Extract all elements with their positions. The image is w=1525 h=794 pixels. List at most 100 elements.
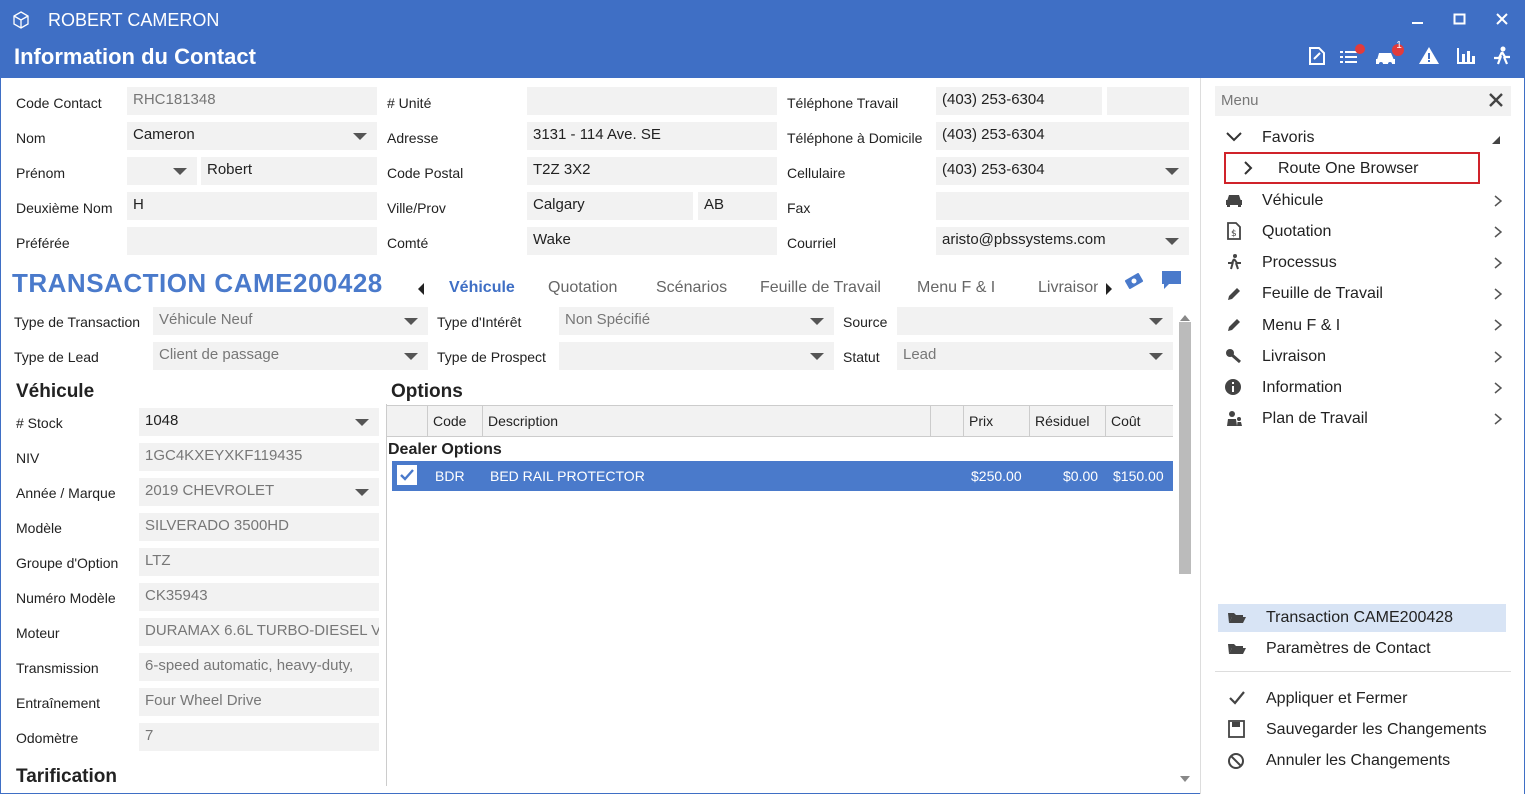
menu-item-feuille-de-travail[interactable]: Feuille de Travail <box>1262 285 1383 303</box>
options-grid-header: Code Description Prix Résiduel Coût <box>387 405 1173 437</box>
menu-item-quotation[interactable]: Quotation <box>1262 223 1331 241</box>
scroll-up-icon[interactable] <box>1179 309 1191 321</box>
prenom-title-dropdown[interactable] <box>127 157 197 185</box>
warning-icon[interactable] <box>1417 44 1443 70</box>
chevron-down-icon[interactable] <box>1225 130 1243 144</box>
expand-arrow-icon[interactable] <box>1494 288 1503 303</box>
expand-arrow-icon[interactable] <box>1494 319 1503 334</box>
expand-arrow-icon[interactable] <box>1494 413 1503 428</box>
nav-transaction[interactable]: Transaction CAME200428 <box>1266 609 1453 627</box>
comment-icon[interactable] <box>1160 268 1184 292</box>
route-one-browser-item[interactable]: Route One Browser <box>1278 160 1419 178</box>
money-icon[interactable] <box>1123 270 1145 292</box>
type-lead-dropdown[interactable]: Client de passage <box>153 342 428 370</box>
telephone-travail-field[interactable]: (403) 253-6304 <box>936 87 1102 115</box>
menu-item-vehicule[interactable]: Véhicule <box>1262 192 1323 210</box>
entrainement-field[interactable]: Four Wheel Drive <box>139 688 379 716</box>
table-row[interactable]: BDR BED RAIL PROTECTOR $250.00 $0.00 $15… <box>392 461 1173 491</box>
moteur-label: Moteur <box>16 625 60 641</box>
telephone-domicile-field[interactable]: (403) 253-6304 <box>936 122 1189 150</box>
odometre-field[interactable]: 7 <box>139 723 379 751</box>
tabs-scroll-left-icon[interactable] <box>416 282 426 296</box>
expand-arrow-icon[interactable] <box>1494 351 1503 366</box>
numero-modele-field[interactable]: CK35943 <box>139 583 379 611</box>
stock-dropdown[interactable]: 1048 <box>139 408 379 436</box>
unite-field[interactable] <box>527 87 777 115</box>
edit-document-icon[interactable] <box>1305 44 1331 70</box>
expand-arrow-icon[interactable] <box>1494 226 1503 241</box>
tab-menu-fi[interactable]: Menu F & I <box>917 279 995 297</box>
cancel-changes-button[interactable]: Annuler les Changements <box>1266 752 1450 770</box>
ville-field[interactable]: Calgary <box>527 192 693 220</box>
fax-field[interactable] <box>936 192 1189 220</box>
statut-label: Statut <box>843 349 880 365</box>
tab-vehicule[interactable]: Véhicule <box>449 279 515 297</box>
adresse-field[interactable]: 3131 - 114 Ave. SE <box>527 122 777 150</box>
vertical-scrollbar[interactable] <box>1179 322 1191 574</box>
menu-search-box[interactable]: Menu <box>1215 86 1511 116</box>
process-icon <box>1224 253 1244 273</box>
cellulaire-dropdown[interactable]: (403) 253-6304 <box>936 157 1189 185</box>
annee-marque-dropdown[interactable]: 2019 CHEVROLET <box>139 478 379 506</box>
expand-arrow-icon[interactable] <box>1494 257 1503 272</box>
scroll-down-icon[interactable] <box>1179 770 1191 782</box>
type-transaction-label: Type de Transaction <box>14 314 141 330</box>
tab-scenarios[interactable]: Scénarios <box>656 279 727 297</box>
menu-item-menu-fi[interactable]: Menu F & I <box>1262 317 1340 335</box>
deuxieme-nom-field[interactable]: H <box>127 192 377 220</box>
moteur-field[interactable]: DURAMAX 6.6L TURBO-DIESEL V <box>139 618 379 646</box>
tabs-scroll-right-icon[interactable] <box>1104 282 1114 296</box>
nav-parametres-contact[interactable]: Paramètres de Contact <box>1266 640 1431 658</box>
column-code[interactable]: Code <box>427 406 482 436</box>
courriel-dropdown[interactable]: aristo@pbssystems.com <box>936 227 1189 255</box>
groupe-option-field[interactable]: LTZ <box>139 548 379 576</box>
apply-close-button[interactable]: Appliquer et Fermer <box>1266 690 1407 708</box>
process-icon[interactable] <box>1490 44 1516 70</box>
maximize-button[interactable] <box>1448 12 1472 31</box>
chart-icon[interactable] <box>1454 44 1480 70</box>
column-cout[interactable]: Coût <box>1105 406 1173 436</box>
tab-quotation[interactable]: Quotation <box>548 279 617 297</box>
tab-feuille-de-travail[interactable]: Feuille de Travail <box>760 279 881 297</box>
prenom-label: Prénom <box>16 165 66 181</box>
menu-search-placeholder: Menu <box>1221 92 1259 109</box>
options-section-title: Options <box>391 381 463 402</box>
transmission-field[interactable]: 6-speed automatic, heavy-duty, <box>139 653 379 681</box>
task-list-icon[interactable] <box>1338 44 1365 70</box>
expand-arrow-icon[interactable] <box>1494 195 1503 210</box>
favoris-label[interactable]: Favoris <box>1262 129 1314 147</box>
modele-field[interactable]: SILVERADO 3500HD <box>139 513 379 541</box>
telephone-travail-ext-field[interactable] <box>1107 87 1189 115</box>
niv-field[interactable]: 1GC4KXEYXKF119435 <box>139 443 379 471</box>
source-dropdown[interactable] <box>897 307 1173 335</box>
menu-item-livraison[interactable]: Livraison <box>1262 348 1326 366</box>
ville-prov-label: Ville/Prov <box>387 200 446 216</box>
save-changes-button[interactable]: Sauvegarder les Changements <box>1266 721 1487 739</box>
column-description[interactable]: Description <box>482 406 930 436</box>
folder-open-icon <box>1227 639 1247 659</box>
column-residuel[interactable]: Résiduel <box>1029 406 1105 436</box>
prenom-field[interactable]: Robert <box>201 157 377 185</box>
type-prospect-dropdown[interactable] <box>559 342 834 370</box>
column-prix[interactable]: Prix <box>963 406 1029 436</box>
row-checkbox[interactable] <box>397 465 417 485</box>
close-window-button[interactable] <box>1490 12 1514 31</box>
expand-arrow-icon[interactable] <box>1494 382 1503 397</box>
menu-item-plan-de-travail[interactable]: Plan de Travail <box>1262 410 1368 428</box>
minimize-button[interactable] <box>1406 12 1430 31</box>
menu-item-processus[interactable]: Processus <box>1262 254 1337 272</box>
type-interet-dropdown[interactable]: Non Spécifié <box>559 307 834 335</box>
statut-dropdown[interactable]: Lead <box>897 342 1173 370</box>
code-postal-field[interactable]: T2Z 3X2 <box>527 157 777 185</box>
province-field[interactable]: AB <box>698 192 777 220</box>
nom-dropdown[interactable]: Cameron <box>127 122 377 150</box>
menu-item-information[interactable]: Information <box>1262 379 1342 397</box>
type-transaction-dropdown[interactable]: Véhicule Neuf <box>153 307 428 335</box>
comte-field[interactable]: Wake <box>527 227 777 255</box>
code-contact-label: Code Contact <box>16 95 102 111</box>
code-contact-field[interactable]: RHC181348 <box>127 87 377 115</box>
tab-livraison[interactable]: Livraison <box>1038 279 1098 297</box>
close-icon[interactable] <box>1487 91 1505 109</box>
preferee-field[interactable] <box>127 227 377 255</box>
collapse-triangle-icon[interactable] <box>1491 132 1501 144</box>
